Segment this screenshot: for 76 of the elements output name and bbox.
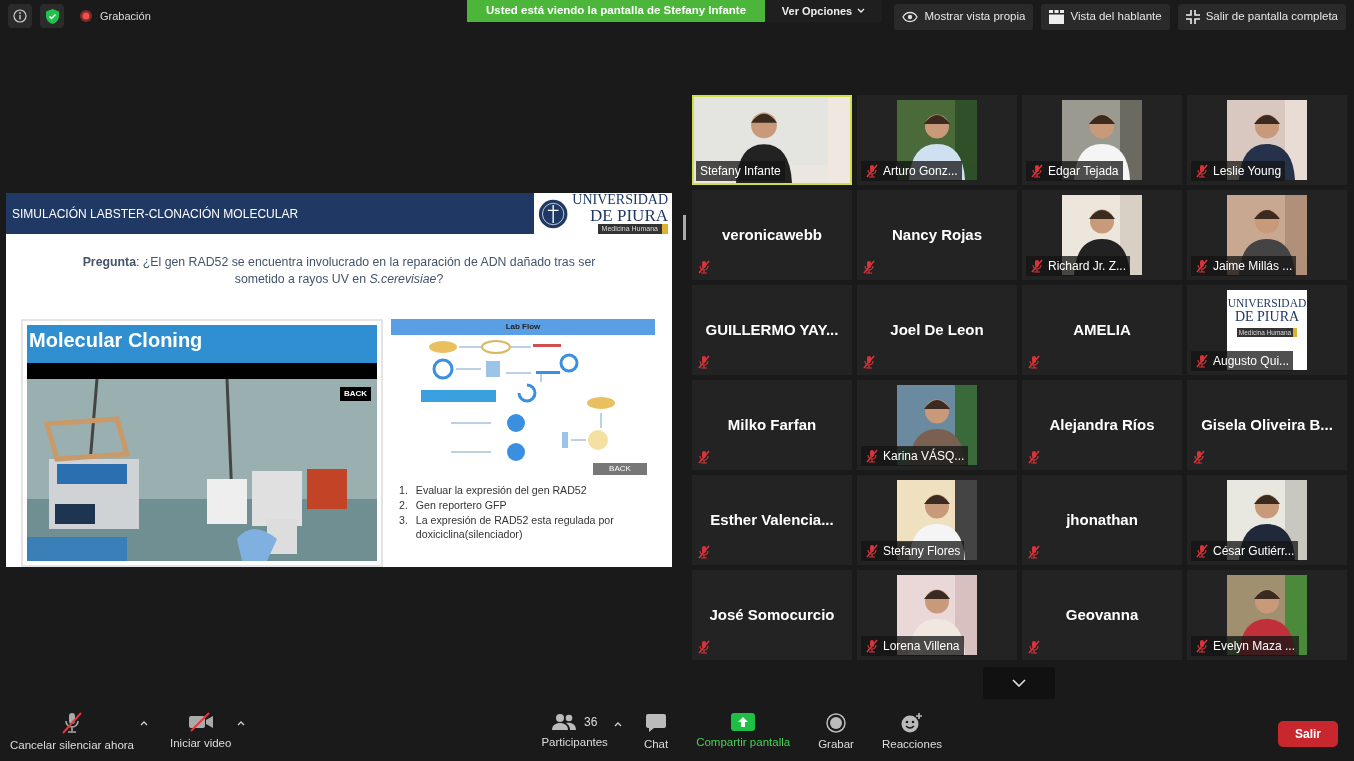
participant-name: Karina VÁSQ... [883, 447, 965, 465]
caret-icon[interactable] [140, 720, 148, 727]
info-icon [13, 9, 27, 23]
toolbar-button[interactable]: Salir de pantalla completa [1177, 4, 1346, 30]
recording-label: Grabación [100, 8, 151, 24]
toolbar-button[interactable]: Grabar [812, 713, 860, 754]
people-icon [551, 713, 576, 732]
participant-name: jhonathan [1066, 509, 1138, 530]
participant-name: Augusto Qui... [1213, 353, 1290, 370]
toolbar-button[interactable]: Cancelar silenciar ahora [4, 712, 140, 755]
participant-name: Milko Farfan [727, 414, 817, 435]
exit-fullscreen-icon [1185, 10, 1200, 24]
participant-name: GUILLERMO YAY... [705, 319, 839, 340]
screen-share-banner: Usted está viendo la pantalla de Stefany Infante [467, 0, 765, 22]
participant-name: César Gutiérr... [1213, 543, 1295, 560]
leave-button[interactable]: Salir [1278, 720, 1338, 747]
simulation-title: Molecular Cloning [27, 325, 377, 363]
recording-icon [80, 10, 92, 22]
logo-text: UNIVERSIDAD [1227, 298, 1307, 310]
toolbar-button[interactable]: Iniciar video [164, 712, 238, 753]
participant-name: José Somocurcio [709, 604, 835, 625]
slide-title: SIMULACIÓN LABSTER-CLONACIÓN MOLECULAR [11, 205, 300, 223]
grid-icon [1049, 10, 1065, 24]
splitter-handle[interactable] [683, 215, 686, 240]
participant-name: Arturo Gonz... [883, 163, 958, 180]
caret-icon[interactable] [613, 721, 622, 728]
list-item: La expresión de RAD52 esta regulada por doxiciclina(silenciador) [415, 512, 615, 543]
participant-name: AMELIA [1073, 319, 1131, 340]
security-button[interactable] [40, 4, 64, 28]
back-button[interactable]: BACK [339, 387, 371, 401]
list-number: 3. [399, 512, 408, 528]
chat-bubble-icon [645, 713, 667, 734]
participant-name: Jaime Millás ... [1213, 258, 1293, 275]
toolbar-button[interactable]: Chat [637, 713, 675, 754]
participant-name: Stefany Flores [883, 543, 961, 560]
list-item: Evaluar la expresión del gen RAD52 [415, 483, 587, 498]
participant-name: Gisela Oliveira B... [1201, 414, 1333, 435]
lab-flow-header: Lab Flow [391, 319, 655, 335]
participant-name: Leslie Young [1213, 163, 1282, 180]
toolbar-button[interactable]: Mostrar vista propia [894, 4, 1034, 30]
participant-name: Nancy Rojas [891, 224, 982, 245]
list-number: 2. [399, 497, 408, 513]
participant-name: Lorena Villena [883, 638, 960, 655]
chevron-down-icon [1012, 679, 1026, 687]
participant-name: Geovanna [1065, 604, 1139, 625]
participant-name: Joel De Leon [890, 319, 984, 340]
logo-text: DE PIURA [590, 206, 668, 224]
question-text: Pregunta: ¿El gen RAD52 se encuentra involucrado en la reparación de ADN dañado tras ser sometido a rayos UV en S.cerevisiae? [81, 254, 597, 289]
record-icon [826, 713, 847, 734]
shield-icon [45, 8, 59, 24]
chevron-down-icon [857, 8, 866, 14]
caret-icon[interactable] [237, 720, 246, 727]
participant-name: Alejandra Ríos [1049, 414, 1155, 435]
toolbar-button[interactable]: Vista del hablante [1041, 4, 1170, 30]
list-item: Gen reportero GFP [415, 497, 507, 513]
smiley-icon [901, 713, 923, 734]
participant-name: Esther Valencia... [710, 509, 834, 530]
toolbar-button[interactable]: 36 Participantes [535, 713, 614, 752]
share-screen-icon [731, 713, 756, 732]
participant-name: Evelyn Maza ... [1213, 638, 1296, 655]
participant-name: Stefany Infante [700, 163, 781, 180]
back-button[interactable]: BACK [593, 463, 647, 475]
info-button[interactable] [8, 4, 32, 28]
toolbar-button[interactable]: Reacciones [875, 713, 949, 754]
logo-text: UNIVERSIDAD [572, 192, 668, 207]
view-options-button[interactable]: Ver Opciones [765, 0, 882, 22]
list-number: 1. [399, 483, 408, 498]
participant-name: veronicawebb [721, 224, 822, 245]
participant-count: 36 [583, 714, 598, 732]
logo-text: DE PIURA [1234, 309, 1300, 324]
participant-name: Edgar Tejada [1048, 163, 1119, 180]
muted-camera-icon [187, 712, 214, 733]
toolbar-button[interactable]: Compartir pantalla [690, 713, 797, 752]
participant-name: Richard Jr. Z... [1048, 258, 1127, 275]
eye-icon [902, 11, 919, 23]
muted-microphone-icon [60, 712, 84, 735]
